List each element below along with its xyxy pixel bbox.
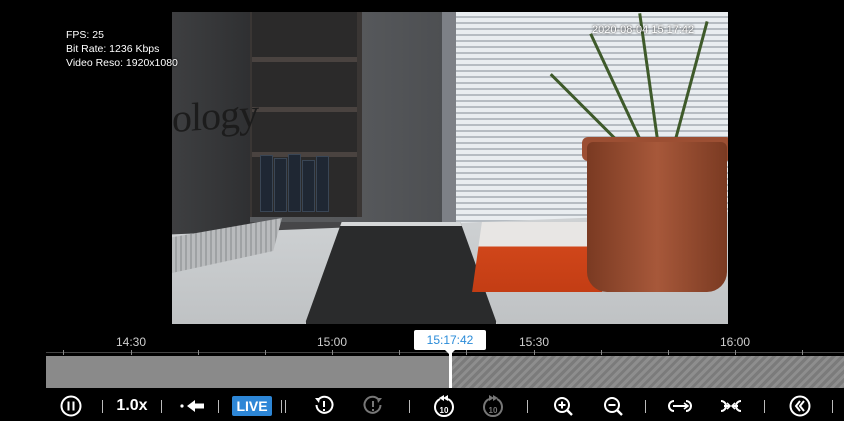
- alert-next-button[interactable]: [360, 390, 386, 421]
- timeline-tick: [668, 350, 669, 355]
- timeline-tick: [131, 350, 132, 355]
- zoom-out-button[interactable]: [600, 390, 626, 421]
- rewind-10-icon: 10: [434, 394, 454, 417]
- toolbar-separator: [285, 400, 286, 413]
- timeline-tick: [735, 350, 736, 355]
- expand-timeline-button[interactable]: [666, 390, 694, 421]
- video-nas-logo: ology: [172, 89, 259, 142]
- timeline-label: 14:30: [115, 335, 147, 349]
- rewind-10-button[interactable]: 10: [431, 390, 457, 421]
- toolbar-separator: [409, 400, 410, 413]
- timeline-label: 15:00: [316, 335, 348, 349]
- zoom-out-icon: [604, 396, 623, 416]
- speed-button[interactable]: 1.0x: [112, 390, 152, 421]
- forward-10-icon: 10: [483, 394, 503, 417]
- resolution-label: Video Reso: 1920x1080: [66, 57, 178, 69]
- timeline-tick: [63, 350, 64, 355]
- toolbar-separator: [161, 400, 162, 413]
- toolbar-separator: [218, 400, 219, 413]
- timeline-current-time: 15:17:42: [414, 330, 486, 355]
- timeline-tick: [265, 350, 266, 355]
- timeline-empty-segment[interactable]: [450, 356, 844, 388]
- toolbar-separator: [527, 400, 528, 413]
- zoom-in-button[interactable]: [550, 390, 576, 421]
- expand-timeline-icon: [668, 399, 692, 412]
- toolbar-separator: [832, 400, 833, 413]
- zoom-in-icon: [554, 396, 573, 416]
- video-frame[interactable]: ology: [172, 12, 728, 324]
- video-window-frame: [442, 12, 456, 232]
- timeline-tick: [466, 350, 467, 355]
- pause-button[interactable]: [58, 390, 84, 421]
- collapse-panel-button[interactable]: [787, 390, 813, 421]
- playback-toolbar: 1.0x LIVE 10 10: [0, 390, 844, 421]
- stream-stats: FPS: 25 Bit Rate: 1236 Kbps Video Reso: …: [66, 28, 178, 70]
- timeline-tick: [198, 350, 199, 355]
- collapse-timeline-button[interactable]: [717, 390, 745, 421]
- alert-next-icon: [363, 395, 382, 414]
- video-timestamp: 2020-08-04 15:17:42: [592, 24, 695, 36]
- forward-10-label: 10: [489, 406, 498, 415]
- toolbar-separator: [281, 400, 282, 413]
- toolbar-separator: [102, 400, 103, 413]
- toolbar-separator: [764, 400, 765, 413]
- video-nas-device: ology: [172, 12, 258, 242]
- toolbar-separator: [645, 400, 646, 413]
- timeline-tick: [399, 350, 400, 355]
- back-to-prev-icon: [180, 399, 204, 412]
- pause-icon: [60, 395, 82, 416]
- alert-prev-icon: [315, 395, 334, 414]
- video-plant-pot: [587, 142, 727, 292]
- alert-prev-button[interactable]: [311, 390, 337, 421]
- timeline-tick: [802, 350, 803, 355]
- timeline-tick: [601, 350, 602, 355]
- timeline-label: 16:00: [719, 335, 751, 349]
- collapse-panel-icon: [789, 395, 811, 416]
- collapse-timeline-icon: [720, 399, 742, 412]
- rewind-10-label: 10: [440, 406, 449, 415]
- forward-10-button[interactable]: 10: [480, 390, 506, 421]
- timeline-tick: [332, 350, 333, 355]
- live-badge: LIVE: [232, 395, 272, 416]
- live-button[interactable]: LIVE: [231, 390, 273, 421]
- video-shelf: [247, 12, 362, 217]
- bitrate-label: Bit Rate: 1236 Kbps: [66, 43, 160, 55]
- timeline-label: 15:30: [518, 335, 550, 349]
- timeline-recorded-segment[interactable]: [46, 356, 450, 388]
- back-to-prev-button[interactable]: [177, 390, 209, 421]
- timeline-tick: [534, 350, 535, 355]
- fps-label: FPS: 25: [66, 29, 104, 41]
